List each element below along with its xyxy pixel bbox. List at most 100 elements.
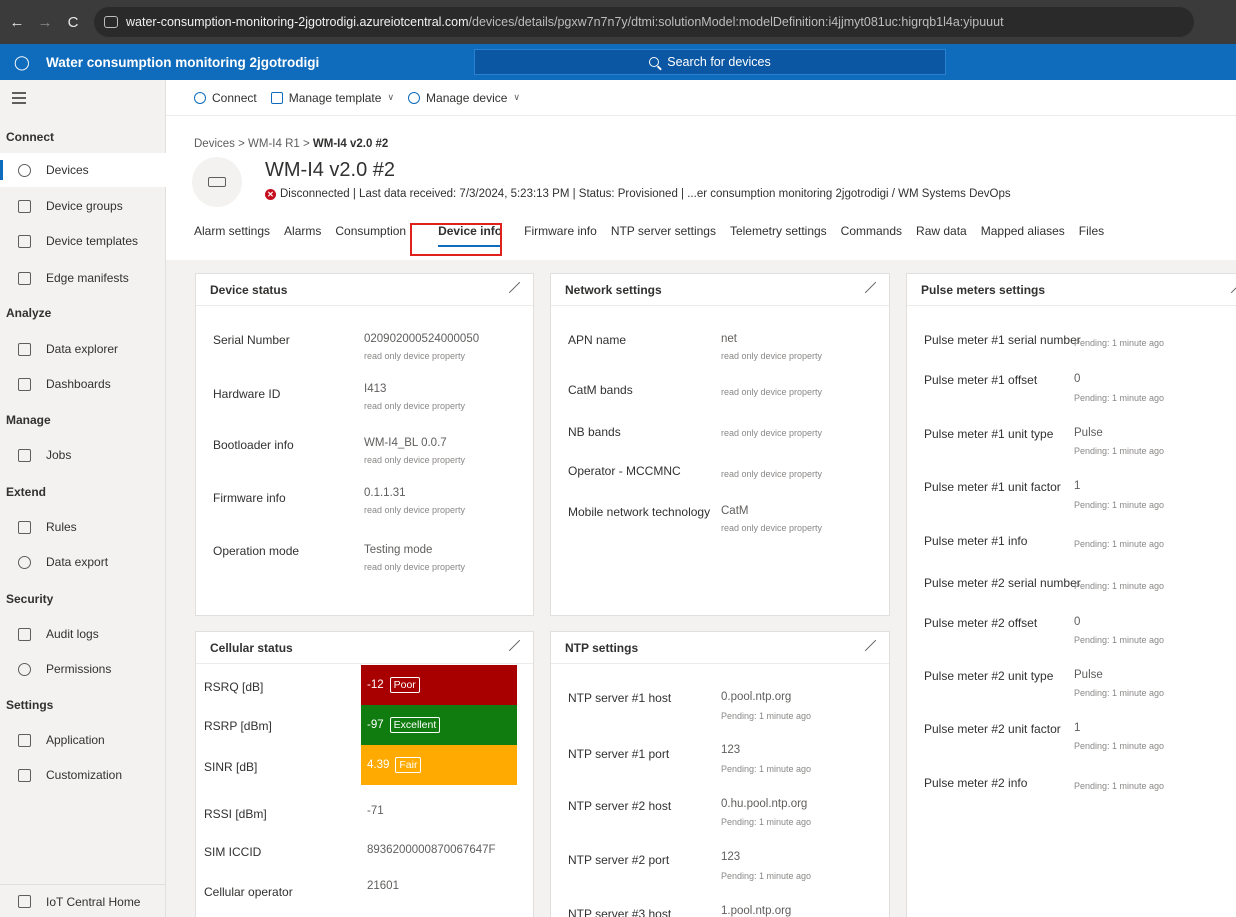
prop-note: read only device property <box>364 562 466 572</box>
manage-template-button[interactable]: Manage template ∨ <box>270 91 394 105</box>
prop-label: Operator - MCCMNC <box>568 464 681 478</box>
section-security: Security <box>6 592 54 606</box>
tab-telemetry-settings[interactable]: Telemetry settings <box>730 224 827 238</box>
site-info-icon[interactable] <box>104 16 118 28</box>
tab-alarm-settings[interactable]: Alarm settings <box>194 224 270 238</box>
sidebar-item-label: Customization <box>46 768 123 782</box>
prop-note: Pending: 1 minute ago <box>721 817 812 827</box>
prop-value: 020902000524000050 <box>364 333 480 345</box>
tab-ntp-server-settings[interactable]: NTP server settings <box>611 224 716 238</box>
address-bar[interactable]: water-consumption-monitoring-2jgotrodigi… <box>94 7 1194 37</box>
url-host: water-consumption-monitoring-2jgotrodigi… <box>126 15 469 29</box>
application-icon <box>18 733 31 747</box>
sidebar-item-data-export[interactable]: Data export <box>0 545 166 579</box>
sidebar-item-device-groups[interactable]: Device groups <box>0 189 166 223</box>
plug-icon <box>194 91 206 104</box>
tab-raw-data[interactable]: Raw data <box>916 224 967 238</box>
status-badge: Poor <box>389 677 420 693</box>
prop-value: CatM <box>721 505 749 517</box>
prop-label: APN name <box>568 333 627 347</box>
prop-label: Hardware ID <box>213 387 281 401</box>
sidebar-item-label: Permissions <box>46 662 112 676</box>
section-extend: Extend <box>6 485 47 499</box>
prop-label: Pulse meter #1 serial number <box>924 333 1081 347</box>
sidebar-item-data-explorer[interactable]: Data explorer <box>0 332 166 366</box>
prop-note: read only device property <box>721 428 823 438</box>
tab-consumption[interactable]: Consumption <box>335 224 406 238</box>
prop-label: Pulse meter #2 serial number <box>924 576 1081 590</box>
sidebar-item-permissions[interactable]: Permissions <box>0 652 166 686</box>
prop-value: -71 <box>367 805 384 817</box>
device-icon <box>208 177 226 187</box>
sidebar-item-jobs[interactable]: Jobs <box>0 438 166 472</box>
manage-device-button[interactable]: Manage device ∨ <box>408 91 520 105</box>
connect-label: Connect <box>212 90 257 105</box>
audit-logs-icon <box>18 627 31 641</box>
prop-label: Firmware info <box>213 491 286 505</box>
sidebar-item-rules[interactable]: Rules <box>0 510 166 544</box>
prop-label: SINR [dB] <box>204 760 258 774</box>
tab-commands[interactable]: Commands <box>841 224 902 238</box>
expand-icon[interactable] <box>1229 282 1236 294</box>
sidebar-item-audit-logs[interactable]: Audit logs <box>0 617 166 651</box>
back-icon[interactable]: ← <box>6 14 28 31</box>
breadcrumb: Devices > WM-I4 R1 > WM-I4 v2.0 #2 <box>194 138 388 150</box>
breadcrumb-separator: > <box>238 138 249 150</box>
breadcrumb-devices[interactable]: Devices <box>194 138 235 150</box>
prop-label: Operation mode <box>213 544 300 558</box>
app-header: ◯ Water consumption monitoring 2jgotrodi… <box>0 44 1236 80</box>
section-connect: Connect <box>6 130 54 144</box>
highlight-box <box>410 223 502 256</box>
prop-note: Pending: 1 minute ago <box>1074 539 1165 549</box>
prop-note: Pending: 1 minute ago <box>1074 741 1165 751</box>
forward-icon[interactable]: → <box>34 14 56 31</box>
breadcrumb-parent[interactable]: WM-I4 R1 <box>248 138 300 150</box>
prop-value: 0 <box>1074 616 1081 628</box>
expand-icon[interactable] <box>507 282 519 294</box>
tab-files[interactable]: Files <box>1079 224 1104 238</box>
prop-label: RSSI [dBm] <box>204 807 267 821</box>
hamburger-menu-icon[interactable] <box>12 92 26 107</box>
prop-value: 0 <box>1074 373 1081 385</box>
search-input[interactable]: Search for devices <box>474 49 946 75</box>
prop-note: Pending: 1 minute ago <box>721 711 812 721</box>
expand-icon[interactable] <box>863 282 875 294</box>
sidebar-item-devices[interactable]: Devices <box>0 153 166 187</box>
data-explorer-icon <box>18 342 31 356</box>
device-status-line: ✕ Disconnected | Last data received: 7/3… <box>265 188 1011 200</box>
browser-toolbar: ← → C water-consumption-monitoring-2jgot… <box>0 0 1236 44</box>
tab-firmware-info[interactable]: Firmware info <box>524 224 597 238</box>
sidebar-item-label: Data export <box>46 555 109 569</box>
prop-label: Pulse meter #1 unit type <box>924 427 1054 441</box>
prop-note: Pending: 1 minute ago <box>721 764 812 774</box>
expand-icon[interactable] <box>863 640 875 652</box>
prop-note: Pending: 1 minute ago <box>1074 581 1165 591</box>
sidebar-item-edge-manifests[interactable]: Edge manifests <box>0 261 166 295</box>
tab-mapped-aliases[interactable]: Mapped aliases <box>981 224 1065 238</box>
search-placeholder: Search for devices <box>667 55 771 69</box>
app-title[interactable]: Water consumption monitoring 2jgotrodigi <box>46 55 319 70</box>
sidebar-item-device-templates[interactable]: Device templates <box>0 224 166 258</box>
sidebar-item-label: Audit logs <box>46 627 99 641</box>
prop-note: Pending: 1 minute ago <box>721 871 812 881</box>
prop-note: Pending: 1 minute ago <box>1074 393 1165 403</box>
sidebar-item-application[interactable]: Application <box>0 723 166 757</box>
prop-label: Pulse meter #2 info <box>924 776 1028 790</box>
connect-button[interactable]: Connect <box>194 91 257 105</box>
status-badge: Excellent <box>389 717 441 733</box>
sidebar-item-customization[interactable]: Customization <box>0 758 166 792</box>
tab-alarms[interactable]: Alarms <box>284 224 321 238</box>
prop-label: Pulse meter #2 unit type <box>924 669 1054 683</box>
prop-note: read only device property <box>721 387 823 397</box>
prop-note: read only device property <box>721 469 823 479</box>
sidebar-item-label: Rules <box>46 520 77 534</box>
main-content: Connect Manage template ∨ Manage device ∨ … <box>166 80 1236 917</box>
permissions-icon <box>18 662 31 676</box>
reload-icon[interactable]: C <box>62 14 84 31</box>
expand-icon[interactable] <box>507 640 519 652</box>
sidebar-item-dashboards[interactable]: Dashboards <box>0 367 166 401</box>
card-title-text: Network settings <box>565 282 662 297</box>
sidebar-item-iot-central-home[interactable]: IoT Central Home <box>0 884 166 917</box>
prop-label: NB bands <box>568 425 621 439</box>
prop-value: 0.1.1.31 <box>364 487 406 499</box>
